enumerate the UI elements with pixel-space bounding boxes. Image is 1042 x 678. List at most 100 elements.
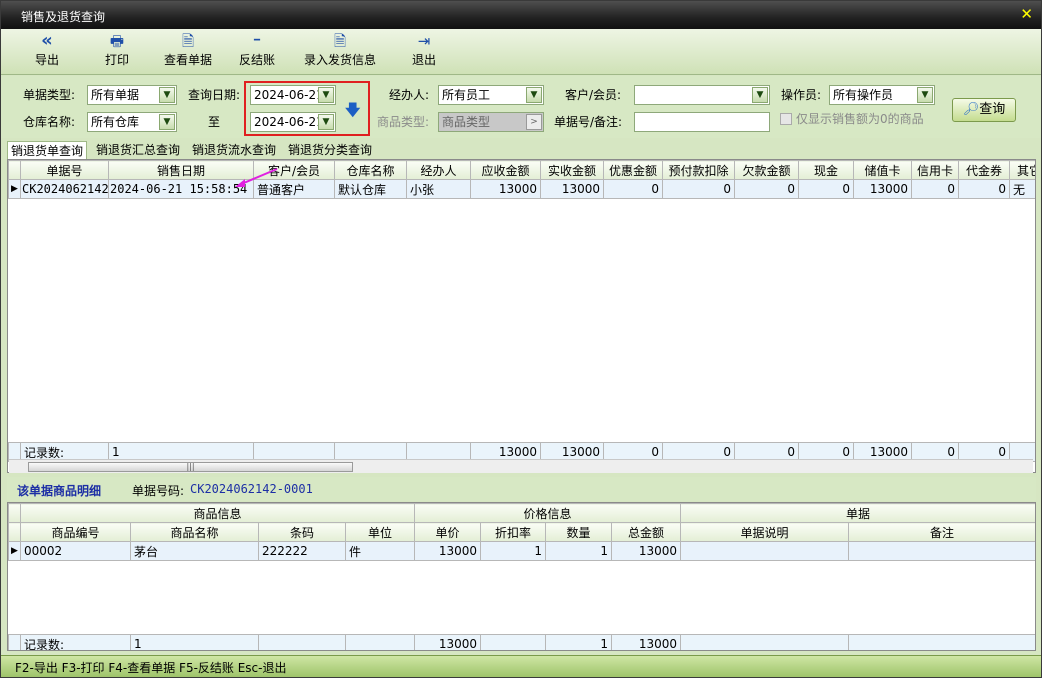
cell-quantity[interactable]: 1 bbox=[545, 541, 613, 561]
cell-stored-value-card[interactable]: 13000 bbox=[853, 179, 912, 199]
warehouse-select[interactable]: 所有仓库 ▼ bbox=[87, 112, 177, 132]
column-header[interactable]: 备注 bbox=[848, 522, 1035, 542]
column-header[interactable]: 总金额 bbox=[611, 522, 682, 542]
column-header[interactable]: 欠款金额 bbox=[734, 160, 799, 180]
document-entry-icon: 🗎 bbox=[333, 32, 347, 50]
print-label: 打印 bbox=[104, 53, 129, 67]
cell-warehouse[interactable]: 默认仓库 bbox=[334, 179, 407, 199]
row-indicator-header bbox=[8, 503, 21, 523]
chevron-down-icon[interactable]: ▼ bbox=[159, 114, 175, 130]
exit-door-icon: ⇥ bbox=[417, 32, 431, 50]
column-header[interactable]: 其它 bbox=[1009, 160, 1035, 180]
column-header[interactable]: 单据说明 bbox=[680, 522, 850, 542]
export-button[interactable]: « 导出 bbox=[29, 31, 65, 73]
view-document-label: 查看单据 bbox=[163, 53, 212, 67]
cell-handler[interactable]: 小张 bbox=[406, 179, 471, 199]
column-header[interactable]: 单位 bbox=[344, 522, 416, 542]
column-header[interactable]: 现金 bbox=[798, 160, 854, 180]
column-header[interactable]: 实收金额 bbox=[540, 160, 604, 180]
column-header[interactable]: 储值卡 bbox=[853, 160, 912, 180]
cell-remark[interactable] bbox=[848, 541, 1035, 561]
cell-prepaid-deduction[interactable]: 0 bbox=[662, 179, 735, 199]
cell-arrears[interactable]: 0 bbox=[734, 179, 799, 199]
cell-discount-rate[interactable]: 1 bbox=[480, 541, 547, 561]
cell-other[interactable]: 无 bbox=[1009, 179, 1035, 199]
column-header[interactable]: 信用卡 bbox=[911, 160, 959, 180]
footer-record-count: 1 bbox=[130, 634, 259, 650]
tab-category-query[interactable]: 销退货分类查询 bbox=[285, 141, 375, 159]
doc-no-label: 单据号/备注: bbox=[554, 115, 623, 129]
column-header[interactable]: 应收金额 bbox=[470, 160, 541, 180]
row-indicator-header bbox=[8, 160, 21, 180]
table-header-row: 商品编号 商品名称 条码 单位 单价 折扣率 数量 总金额 单据说明 备注 bbox=[8, 522, 1035, 542]
doc-type-select[interactable]: 所有单据 ▼ bbox=[87, 85, 177, 105]
reverse-settlement-button[interactable]: ━ 反结账 bbox=[235, 31, 279, 73]
footer-cell bbox=[680, 634, 849, 650]
column-header[interactable]: 折扣率 bbox=[480, 522, 547, 542]
doc-no-input[interactable] bbox=[634, 112, 770, 132]
view-document-button[interactable]: 🗎 查看单据 bbox=[161, 31, 215, 73]
document-search-icon: 🗎 bbox=[181, 32, 195, 50]
chevron-down-icon[interactable]: ▼ bbox=[526, 87, 542, 103]
zero-sales-checkbox[interactable] bbox=[780, 113, 792, 125]
group-header-document: 单据 bbox=[680, 503, 1035, 523]
horizontal-scrollbar[interactable]: ||| bbox=[9, 459, 1033, 473]
cell-credit-card[interactable]: 0 bbox=[911, 179, 959, 199]
customer-select[interactable]: ▼ bbox=[634, 85, 770, 105]
cell-doc-no[interactable]: CK2024062142-0 bbox=[20, 179, 109, 199]
cell-unit[interactable]: 件 bbox=[344, 541, 416, 561]
chevron-down-icon[interactable]: ▼ bbox=[917, 87, 933, 103]
sales-return-query-window: 销售及退货查询 ✕ « 导出 🖶 打印 🗎 查看单据 ━ 反结账 🗎 录入发货信… bbox=[0, 0, 1042, 678]
scrollbar-thumb[interactable]: ||| bbox=[28, 462, 353, 472]
group-header-product-info: 商品信息 bbox=[19, 503, 416, 523]
table-row[interactable]: ▶ 00002 茅台 222222 件 13000 1 1 13000 bbox=[8, 541, 1035, 561]
cell-doc-description[interactable] bbox=[680, 541, 850, 561]
tab-order-query[interactable]: 销退货单查询 bbox=[7, 141, 88, 159]
footer-unit-price-total: 13000 bbox=[414, 634, 481, 650]
footer-indicator bbox=[8, 634, 21, 650]
pointer-arrow-icon bbox=[235, 168, 278, 187]
detail-doc-no-label: 单据号码: bbox=[132, 484, 185, 498]
warehouse-label: 仓库名称: bbox=[23, 115, 76, 129]
table-header-row: 单据号 销售日期 客户/会员 仓库名称 经办人 应收金额 实收金额 优惠金额 预… bbox=[8, 160, 1035, 180]
column-header[interactable]: 单据号 bbox=[20, 160, 109, 180]
column-header[interactable]: 销售日期 bbox=[108, 160, 254, 180]
column-header[interactable]: 仓库名称 bbox=[334, 160, 407, 180]
cell-barcode[interactable]: 222222 bbox=[258, 541, 346, 561]
column-header[interactable]: 经办人 bbox=[406, 160, 471, 180]
chevron-down-icon[interactable]: ▼ bbox=[752, 87, 768, 103]
cell-receivable[interactable]: 13000 bbox=[470, 179, 541, 199]
cell-product-code[interactable]: 00002 bbox=[20, 541, 131, 561]
chevron-right-icon: > bbox=[526, 114, 542, 130]
column-header[interactable]: 商品名称 bbox=[130, 522, 259, 542]
column-header[interactable]: 优惠金额 bbox=[603, 160, 663, 180]
column-header[interactable]: 预付款扣除 bbox=[662, 160, 735, 180]
query-button[interactable]: 🔎︎查询 bbox=[952, 98, 1016, 122]
close-icon[interactable]: ✕ bbox=[1020, 5, 1033, 23]
column-header[interactable]: 代金券 bbox=[958, 160, 1010, 180]
double-left-arrow-icon: « bbox=[41, 30, 53, 51]
chevron-down-icon[interactable]: ▼ bbox=[159, 87, 175, 103]
operator-select[interactable]: 所有操作员 ▼ bbox=[829, 85, 935, 105]
table-row[interactable]: ▶ CK2024062142-0 2024-06-21 15:58:54 普通客… bbox=[8, 179, 1035, 199]
cell-voucher[interactable]: 0 bbox=[958, 179, 1010, 199]
exit-button[interactable]: ⇥ 退出 bbox=[407, 31, 441, 73]
cell-total-amount[interactable]: 13000 bbox=[611, 541, 682, 561]
cell-sale-date[interactable]: 2024-06-21 15:58:54 bbox=[108, 179, 254, 199]
cell-product-name[interactable]: 茅台 bbox=[130, 541, 259, 561]
column-header[interactable]: 单价 bbox=[414, 522, 482, 542]
column-header[interactable]: 数量 bbox=[545, 522, 613, 542]
print-button[interactable]: 🖶 打印 bbox=[99, 31, 135, 73]
tab-flow-query[interactable]: 销退货流水查询 bbox=[189, 141, 279, 159]
cell-received[interactable]: 13000 bbox=[540, 179, 604, 199]
tab-summary-query[interactable]: 销退货汇总查询 bbox=[93, 141, 183, 159]
window-title: 销售及退货查询 bbox=[21, 10, 106, 24]
column-header[interactable]: 条码 bbox=[258, 522, 346, 542]
handler-select[interactable]: 所有员工 ▼ bbox=[438, 85, 544, 105]
cell-cash[interactable]: 0 bbox=[798, 179, 854, 199]
cell-unit-price[interactable]: 13000 bbox=[414, 541, 482, 561]
column-header[interactable]: 商品编号 bbox=[20, 522, 131, 542]
footer-cell bbox=[480, 634, 546, 650]
cell-discount[interactable]: 0 bbox=[603, 179, 663, 199]
enter-shipping-info-button[interactable]: 🗎 录入发货信息 bbox=[301, 31, 379, 73]
